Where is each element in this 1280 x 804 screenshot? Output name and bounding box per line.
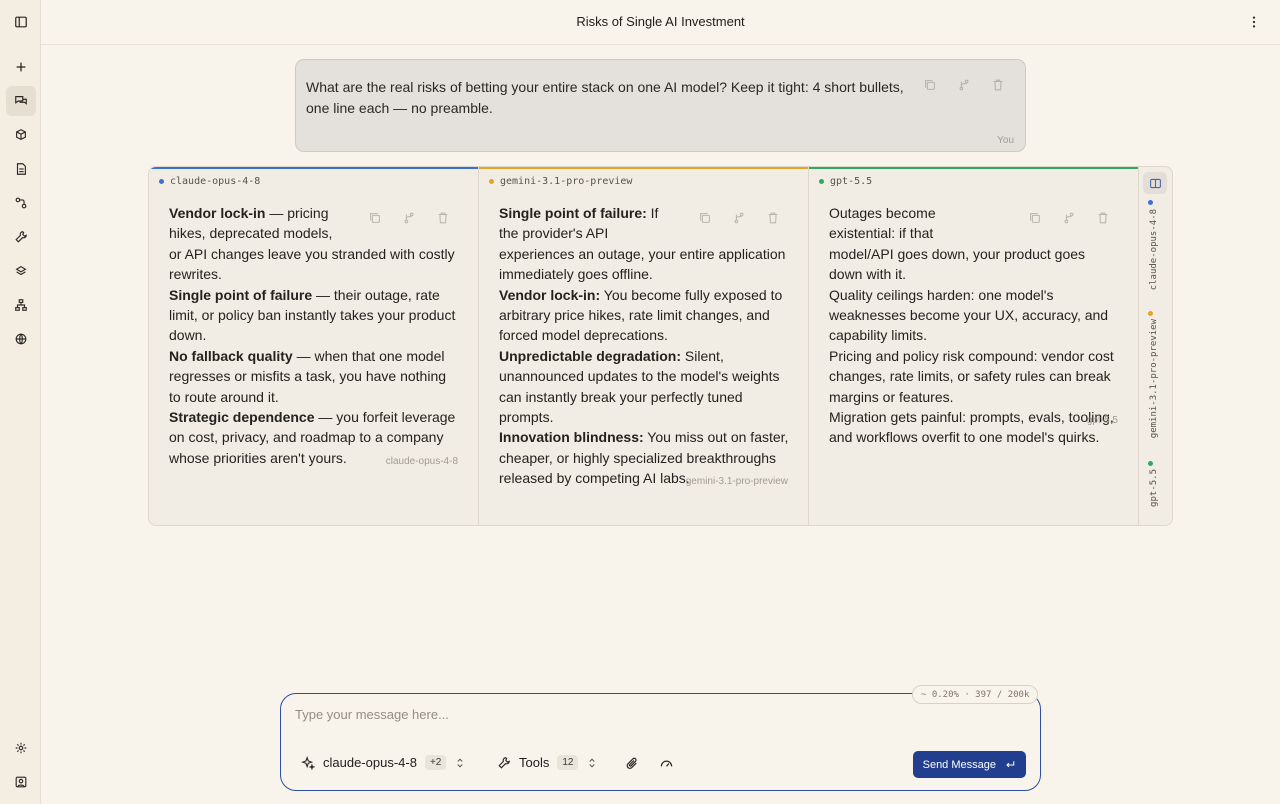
prompts-icon[interactable]	[6, 256, 36, 286]
new-chat-icon[interactable]	[6, 52, 36, 82]
model-color-bar	[149, 167, 478, 169]
bullet: Pricing and policy risk compound: vendor…	[829, 347, 1114, 405]
model-header: gpt-5.5	[819, 176, 872, 187]
attach-icon[interactable]	[625, 756, 641, 772]
strip-label-gemini[interactable]: gemini-3.1-pro-preview	[1149, 319, 1159, 438]
model-dot	[1148, 461, 1153, 466]
model-side-strip: claude-opus-4-8 gemini-3.1-pro-preview g…	[1139, 167, 1172, 525]
bullet: Migration gets painful: prompts, evals, …	[829, 409, 1114, 446]
model-dot	[159, 179, 164, 184]
response-text: Vendor lock-in — pricing hikes, deprecat…	[169, 203, 461, 468]
message-author: You	[997, 135, 1014, 146]
copy-icon[interactable]	[920, 75, 940, 95]
model-dot	[819, 179, 824, 184]
model-name: claude-opus-4-8	[170, 176, 261, 187]
strip-label-claude[interactable]: claude-opus-4-8	[1149, 209, 1159, 290]
extra-models-badge: +2	[424, 755, 447, 770]
strip-label-gpt[interactable]: gpt-5.5	[1149, 469, 1159, 507]
tools-label: Tools	[519, 755, 550, 770]
bullet: Vendor lock-in: You become fully exposed…	[499, 286, 783, 344]
message-composer: Type your message here... claude-opus-4-…	[280, 693, 1041, 791]
context-usage-badge: ~ 0.20% · 397 / 200k	[912, 685, 1039, 704]
response-model-footer: gemini-3.1-pro-preview	[685, 476, 788, 487]
response-model-footer: claude-opus-4-8	[385, 456, 458, 467]
branch-icon[interactable]	[954, 75, 974, 95]
tools-icon[interactable]	[6, 222, 36, 252]
delete-icon[interactable]	[988, 75, 1008, 95]
user-message: What are the real risks of betting your …	[295, 59, 1026, 152]
model-name: gemini-3.1-pro-preview	[500, 176, 633, 187]
model-header: claude-opus-4-8	[159, 176, 260, 187]
response-text: Outages become existential: if that mode…	[829, 203, 1121, 448]
documents-icon[interactable]	[6, 154, 36, 184]
left-rail	[0, 0, 41, 804]
model-comparison-panel: claude-opus-4-8 Vendor lock-in — pricing…	[148, 166, 1173, 526]
response-column-claude: claude-opus-4-8 Vendor lock-in — pricing…	[149, 167, 479, 525]
model-color-bar	[479, 167, 808, 169]
gauge-icon[interactable]	[659, 756, 675, 772]
sparkle-icon	[301, 755, 315, 770]
bullet: Quality ceilings harden: one model's wea…	[829, 286, 1109, 344]
chevron-updown-icon	[457, 758, 463, 767]
response-model-footer: gpt-5.5	[1086, 415, 1118, 426]
model-header: gemini-3.1-pro-preview	[489, 176, 632, 187]
models-icon[interactable]	[6, 120, 36, 150]
user-message-text: What are the real risks of betting your …	[306, 79, 904, 116]
agents-icon[interactable]	[6, 290, 36, 320]
account-icon[interactable]	[6, 767, 36, 797]
settings-icon[interactable]	[6, 733, 36, 763]
bullet: Unpredictable degradation: Silent, unann…	[499, 347, 780, 426]
header: Risks of Single AI Investment	[41, 0, 1280, 45]
model-dot	[1148, 200, 1153, 205]
send-label: Send Message	[922, 758, 996, 771]
selected-model: claude-opus-4-8	[323, 755, 417, 770]
more-options-icon[interactable]	[1246, 14, 1262, 30]
model-selector[interactable]: claude-opus-4-8 +2	[301, 755, 466, 770]
tools-count-badge: 12	[557, 755, 579, 770]
workflows-icon[interactable]	[6, 188, 36, 218]
chevron-updown-icon	[589, 758, 596, 767]
page-title: Risks of Single AI Investment	[576, 14, 745, 29]
split-view-icon[interactable]	[1143, 172, 1167, 194]
response-text: Single point of failure: If the provider…	[499, 203, 791, 489]
enter-icon	[1006, 760, 1015, 767]
tools-selector[interactable]: Tools 12	[497, 755, 598, 770]
response-column-gpt: gpt-5.5 Outages become existential: if t…	[809, 167, 1139, 525]
model-dot	[1148, 311, 1153, 316]
response-column-gemini: gemini-3.1-pro-preview Single point of f…	[479, 167, 809, 525]
message-input[interactable]: Type your message here...	[295, 707, 449, 722]
web-icon[interactable]	[6, 324, 36, 354]
send-message-button[interactable]: Send Message	[912, 751, 1026, 778]
bullet: No fallback quality — when that one mode…	[169, 347, 447, 405]
chats-icon[interactable]	[6, 86, 36, 116]
model-color-bar	[809, 167, 1138, 169]
sidebar-toggle-icon[interactable]	[6, 7, 36, 37]
wrench-icon	[498, 756, 510, 769]
model-name: gpt-5.5	[830, 176, 873, 187]
model-dot	[489, 179, 494, 184]
bullet: Single point of failure — their outage, …	[169, 286, 456, 344]
